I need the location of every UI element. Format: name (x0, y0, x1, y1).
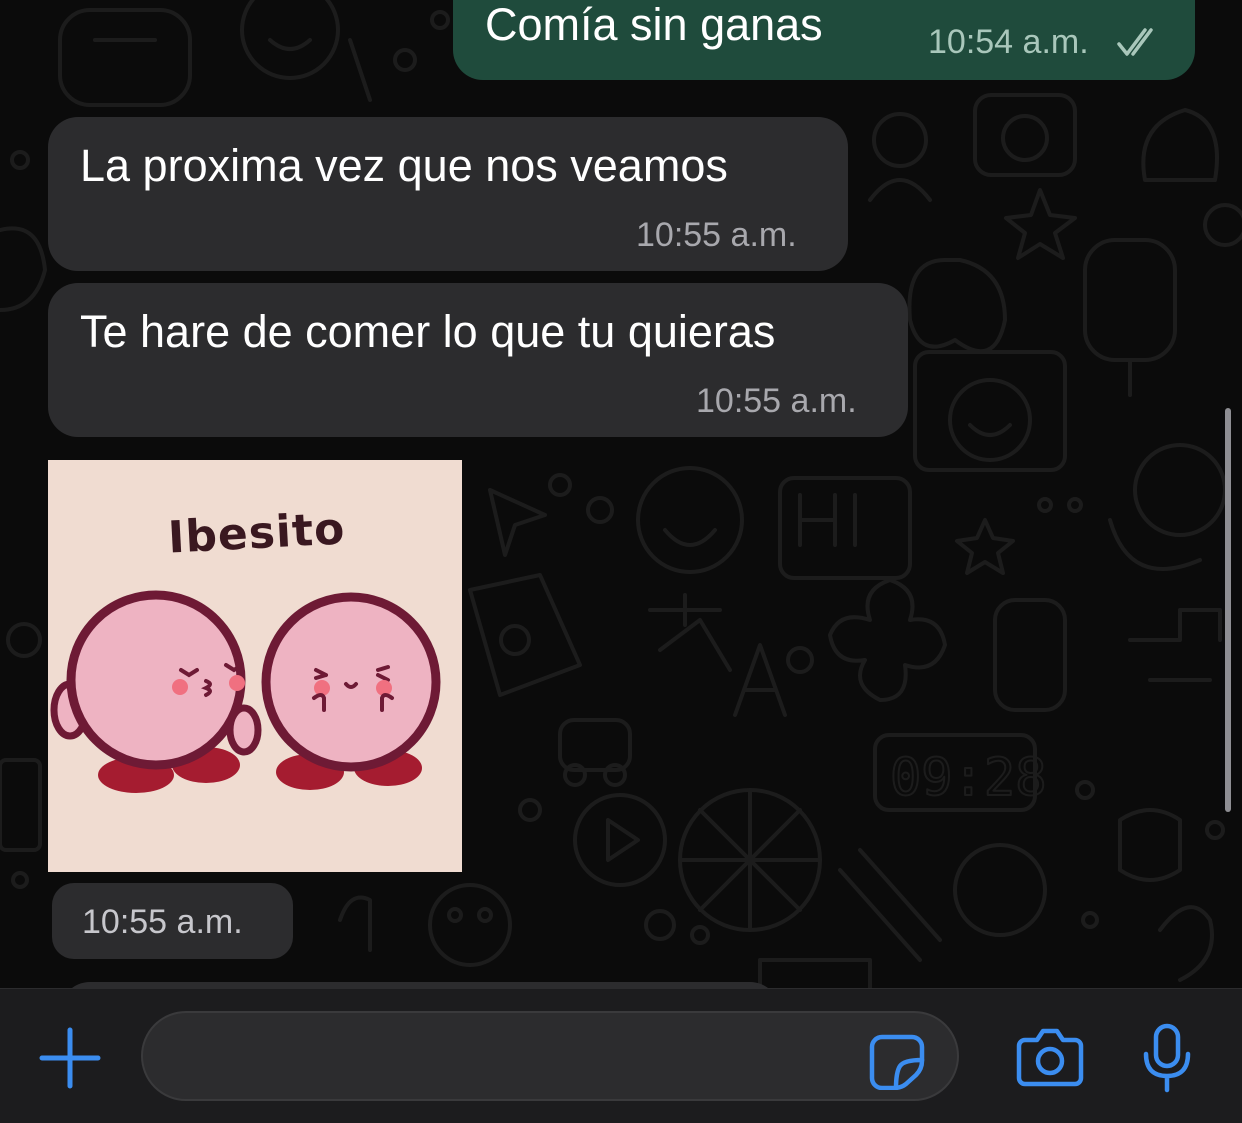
chat-area[interactable]: 09:28 Comía sin ganas 10:54 a.m. La prox… (0, 0, 1242, 990)
message-composer (0, 988, 1242, 1123)
message-bubble-incoming[interactable]: Te hare de comer lo que tu quieras 10:55… (48, 283, 908, 437)
message-bubble-outgoing[interactable]: Comía sin ganas 10:54 a.m. (453, 0, 1195, 80)
message-bubble-incoming[interactable]: La proxima vez que nos veamos 10:55 a.m. (48, 117, 848, 271)
sticker-time-pill: 10:55 a.m. (52, 883, 293, 959)
sticker-icon[interactable] (868, 1032, 926, 1090)
message-text: La proxima vez que nos veamos (80, 140, 728, 191)
message-text: Comía sin ganas (485, 0, 823, 50)
camera-icon[interactable] (1015, 1026, 1085, 1088)
message-time: 10:55 a.m. (696, 382, 857, 420)
message-time: 10:55 a.m. (636, 216, 797, 254)
svg-text:09:28: 09:28 (890, 748, 1047, 808)
message-text: Te hare de comer lo que tu quieras (80, 306, 776, 357)
read-receipt-icon (1117, 28, 1153, 56)
sticker-message[interactable]: Ibesito (48, 460, 462, 872)
message-time: 10:55 a.m. (82, 903, 243, 941)
message-input[interactable] (141, 1011, 959, 1101)
plus-icon[interactable] (38, 1026, 102, 1090)
sticker-kirby-characters (50, 590, 441, 793)
chat-scrollbar[interactable] (1225, 408, 1231, 812)
message-time: 10:54 a.m. (928, 23, 1089, 61)
microphone-icon[interactable] (1140, 1022, 1194, 1094)
